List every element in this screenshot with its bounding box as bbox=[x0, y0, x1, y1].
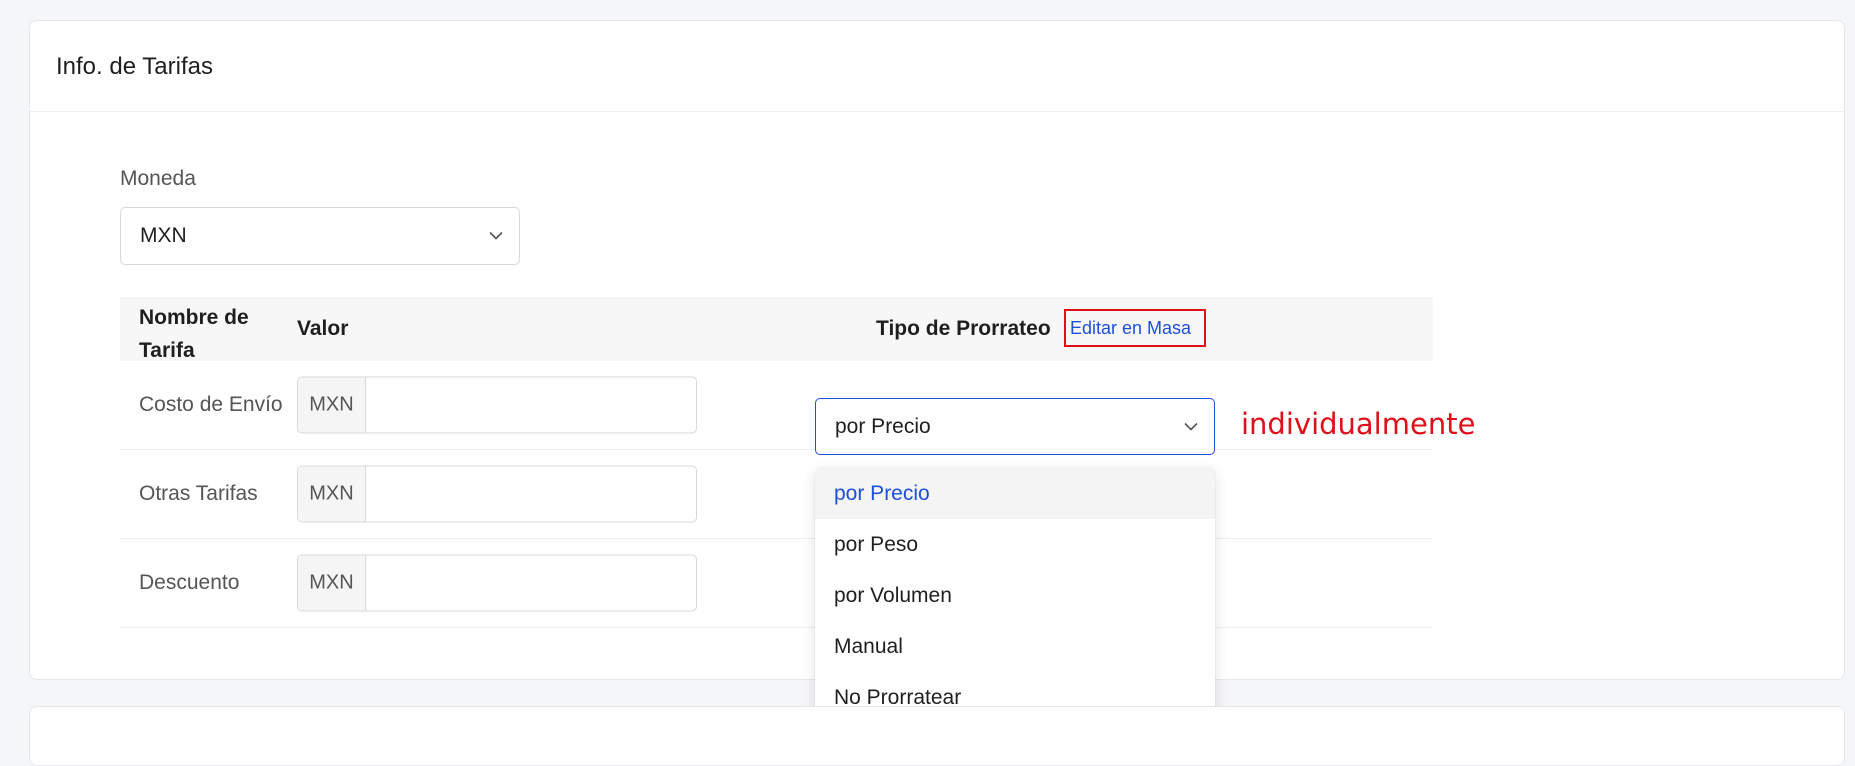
value-input-group: MXN bbox=[297, 376, 697, 434]
row-label: Otras Tarifas bbox=[139, 482, 258, 505]
option-label: por Volumen bbox=[834, 583, 952, 607]
value-input-group: MXN bbox=[297, 554, 697, 612]
value-input[interactable] bbox=[366, 466, 696, 522]
tarifas-card: Info. de Tarifas Moneda MXN Nombre de Ta… bbox=[29, 20, 1845, 730]
bulk-edit-link[interactable]: Editar en Masa bbox=[1070, 318, 1191, 339]
card-divider bbox=[30, 111, 1844, 112]
value-input[interactable] bbox=[366, 377, 696, 433]
card-title: Info. de Tarifas bbox=[56, 53, 213, 80]
row-label: Costo de Envío bbox=[139, 393, 283, 416]
table-row: Descuento MXN bbox=[120, 539, 1433, 628]
table-row: Costo de Envío MXN bbox=[120, 361, 1433, 450]
next-card bbox=[29, 706, 1845, 766]
value-input[interactable] bbox=[366, 555, 696, 611]
table-header: Nombre de Tarifa Valor Tipo de Prorrateo… bbox=[120, 297, 1433, 362]
annotation-individualmente: individualmente bbox=[1241, 407, 1476, 441]
moneda-select[interactable]: MXN bbox=[120, 207, 520, 265]
chevron-down-icon bbox=[489, 231, 503, 240]
header-tipo-prorrateo: Tipo de Prorrateo bbox=[876, 317, 1051, 340]
option-por-volumen[interactable]: por Volumen bbox=[815, 570, 1215, 621]
prorrateo-select-value: por Precio bbox=[835, 414, 931, 438]
option-label: por Precio bbox=[834, 481, 930, 505]
option-manual[interactable]: Manual bbox=[815, 621, 1215, 672]
header-nombre: Nombre de Tarifa bbox=[139, 306, 249, 362]
chevron-down-icon bbox=[1184, 422, 1198, 431]
currency-addon: MXN bbox=[298, 466, 366, 522]
moneda-select-value: MXN bbox=[140, 224, 187, 247]
table-row: Otras Tarifas MXN bbox=[120, 450, 1433, 539]
prorrateo-dropdown-menu: por Precio por Peso por Volumen Manual N… bbox=[815, 468, 1215, 730]
option-por-peso[interactable]: por Peso bbox=[815, 519, 1215, 570]
prorrateo-select[interactable]: por Precio bbox=[815, 398, 1215, 455]
bulk-edit-highlight: Editar en Masa bbox=[1064, 309, 1206, 347]
currency-addon: MXN bbox=[298, 555, 366, 611]
row-label: Descuento bbox=[139, 571, 240, 594]
option-label: por Peso bbox=[834, 532, 919, 556]
currency-addon: MXN bbox=[298, 377, 366, 433]
option-label: Manual bbox=[834, 634, 903, 658]
value-input-group: MXN bbox=[297, 465, 697, 523]
header-valor: Valor bbox=[297, 317, 349, 340]
moneda-label: Moneda bbox=[120, 167, 196, 190]
option-por-precio[interactable]: por Precio bbox=[815, 468, 1215, 519]
